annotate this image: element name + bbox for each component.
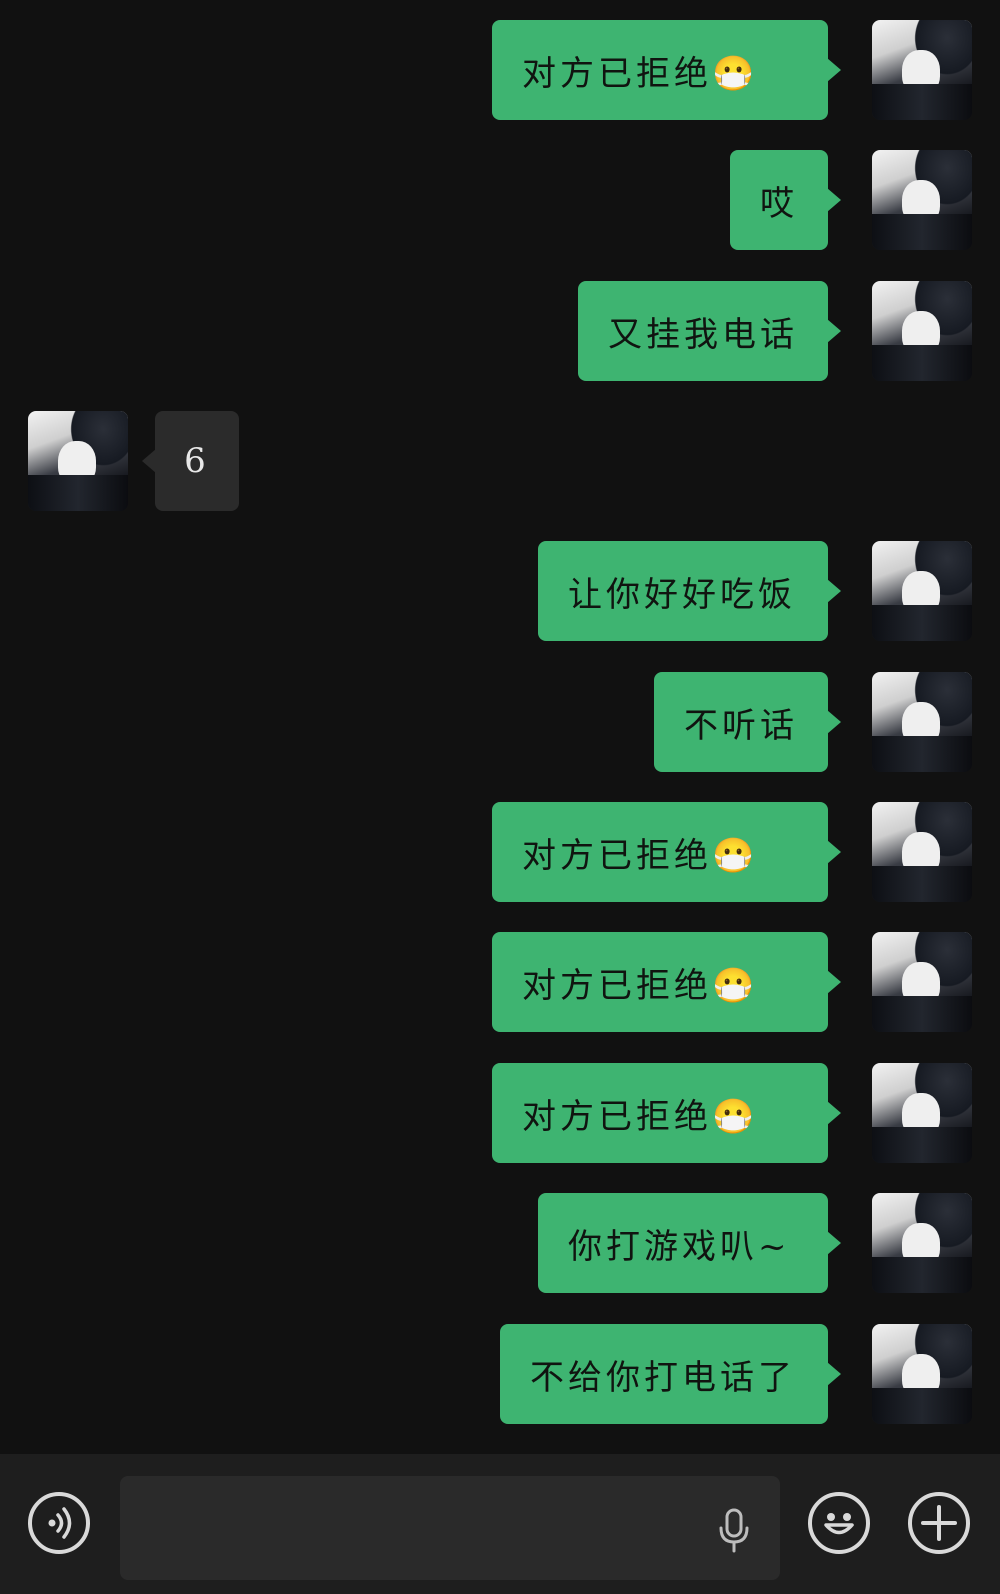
sender-avatar[interactable]	[872, 150, 972, 250]
outgoing-message-bubble[interactable]: 对方已拒绝😷	[492, 1063, 841, 1163]
emoji-icon	[824, 1513, 854, 1535]
message-row: 对方已拒绝😷	[0, 932, 1000, 1032]
message-row: 对方已拒绝😷	[0, 802, 1000, 902]
emoji-button[interactable]	[808, 1492, 870, 1554]
sender-avatar[interactable]	[872, 281, 972, 381]
sender-avatar[interactable]	[872, 1324, 972, 1424]
sender-avatar[interactable]	[872, 672, 972, 772]
sender-avatar[interactable]	[872, 802, 972, 902]
message-text-field[interactable]	[120, 1476, 780, 1580]
message-row: 对方已拒绝😷	[0, 20, 1000, 120]
outgoing-message-bubble[interactable]: 让你好好吃饭	[538, 541, 841, 641]
message-row: 不给你打电话了	[0, 1324, 1000, 1424]
message-row: 哎	[0, 150, 1000, 250]
outgoing-message-bubble[interactable]: 对方已拒绝😷	[492, 932, 841, 1032]
sender-avatar[interactable]	[872, 932, 972, 1032]
voice-icon	[48, 1507, 72, 1539]
more-options-button[interactable]	[908, 1492, 970, 1554]
sender-avatar[interactable]	[872, 541, 972, 641]
voice-input-button[interactable]	[28, 1492, 90, 1554]
incoming-message-bubble[interactable]: 6	[142, 411, 239, 511]
message-row: 又挂我电话	[0, 281, 1000, 381]
sender-avatar[interactable]	[872, 20, 972, 120]
sender-avatar[interactable]	[872, 1063, 972, 1163]
microphone-icon[interactable]	[714, 1506, 754, 1556]
outgoing-message-bubble[interactable]: 又挂我电话	[578, 281, 841, 381]
outgoing-message-bubble[interactable]: 你打游戏叭~	[538, 1193, 841, 1293]
outgoing-message-bubble[interactable]: 哎	[730, 150, 841, 250]
message-row: 你打游戏叭~	[0, 1193, 1000, 1293]
contact-avatar[interactable]	[28, 411, 128, 511]
outgoing-message-bubble[interactable]: 不听话	[654, 672, 841, 772]
sender-avatar[interactable]	[872, 1193, 972, 1293]
message-input[interactable]	[140, 1496, 704, 1558]
chat-message-list[interactable]: 对方已拒绝😷 哎 又挂我电话 6 让你好好吃饭 不听话 对方已拒绝😷 对方已拒绝…	[0, 0, 1000, 1454]
outgoing-message-bubble[interactable]: 不给你打电话了	[500, 1324, 841, 1424]
plus-icon	[921, 1505, 957, 1541]
message-row: 对方已拒绝😷	[0, 1063, 1000, 1163]
outgoing-message-bubble[interactable]: 对方已拒绝😷	[492, 802, 841, 902]
outgoing-message-bubble[interactable]: 对方已拒绝😷	[492, 20, 841, 120]
message-row: 不听话	[0, 672, 1000, 772]
message-input-bar	[0, 1454, 1000, 1594]
message-row: 让你好好吃饭	[0, 541, 1000, 641]
message-row: 6	[0, 411, 1000, 511]
